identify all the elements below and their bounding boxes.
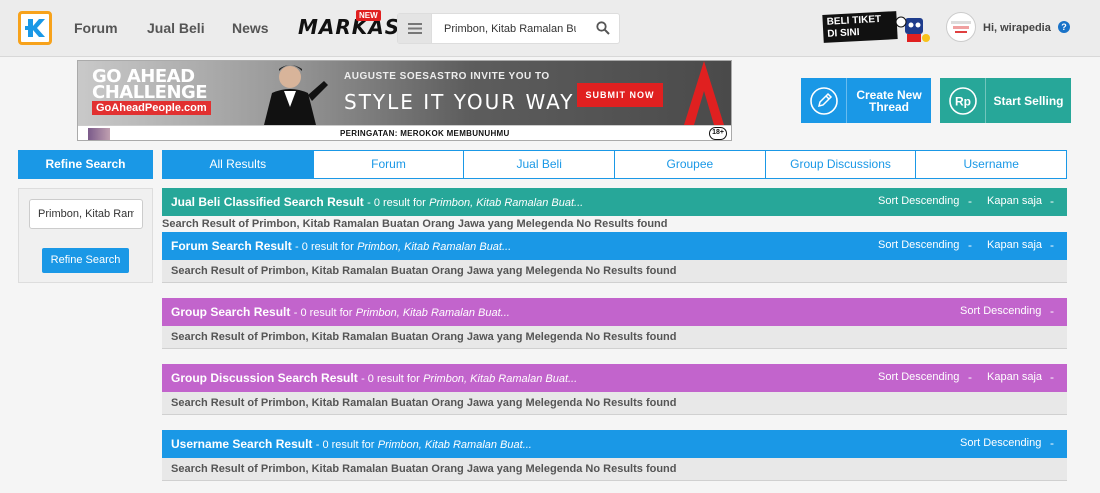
- section-title: Group Discussion Search Result - 0 resul…: [171, 371, 578, 385]
- wikipedia-logo-icon: [951, 21, 971, 33]
- markas-link[interactable]: MARKAS NEW: [298, 10, 401, 43]
- tab-jual-beli[interactable]: Jual Beli: [464, 150, 616, 179]
- create-thread-label: Create New Thread: [856, 87, 922, 114]
- banner-invite-text: AUGUSTE SOESASTRO INVITE YOU TO: [344, 71, 550, 82]
- refine-search-button[interactable]: Refine Search: [42, 248, 129, 273]
- sort-dropdown[interactable]: Sort Descending: [960, 437, 1041, 449]
- svg-text:Rp: Rp: [955, 94, 971, 108]
- sort-dropdown[interactable]: Sort Descending: [878, 371, 959, 383]
- banner-submit-button[interactable]: SUBMIT NOW: [577, 83, 663, 107]
- banner-image: GO AHEAD CHALLENGE GoAheadPeople.com AUG…: [78, 61, 731, 125]
- top-navbar: Forum Jual Beli News MARKAS NEW BELI TIK…: [0, 0, 1100, 57]
- sort-toggle[interactable]: -: [1050, 304, 1054, 318]
- username-result-body: Search Result of Primbon, Kitab Ramalan …: [162, 458, 1067, 481]
- sort-toggle[interactable]: -: [968, 194, 972, 208]
- banner-warning: PERINGATAN: MEROKOK MEMBUNUHMU 18+: [78, 125, 731, 140]
- section-title: Username Search Result - 0 result for Pr…: [171, 437, 532, 451]
- sort-dropdown[interactable]: Sort Descending: [878, 195, 959, 207]
- banner-title: GO AHEAD CHALLENGE: [92, 66, 208, 103]
- tab-username[interactable]: Username: [916, 150, 1068, 179]
- create-thread-button[interactable]: Create New Thread: [801, 78, 931, 123]
- new-badge: NEW: [356, 10, 381, 21]
- age-badge: 18+: [709, 127, 727, 140]
- hamburger-icon: [407, 23, 422, 34]
- search-input[interactable]: [444, 21, 576, 37]
- nav-news-link[interactable]: News: [232, 20, 269, 36]
- banner-person-image: [264, 65, 328, 125]
- rupiah-icon: Rp: [940, 78, 986, 123]
- time-filter-dropdown[interactable]: Kapan saja: [987, 239, 1042, 251]
- refine-search-panel: Refine Search: [18, 188, 153, 283]
- refine-search-input[interactable]: [29, 199, 143, 229]
- no-result-message: Search Result of Primbon, Kitab Ramalan …: [171, 331, 677, 343]
- result-tabs: All Results Forum Jual Beli Groupee Grou…: [162, 150, 1068, 179]
- pencil-icon: [801, 78, 847, 123]
- group-result-header: Group Search Result - 0 result for Primb…: [162, 298, 1067, 326]
- mascot-icon: [895, 16, 930, 42]
- kaskus-logo-icon[interactable]: [18, 11, 52, 45]
- search-menu-button[interactable]: [398, 14, 432, 43]
- time-filter-dropdown[interactable]: Kapan saja: [987, 371, 1042, 383]
- refine-search-heading: Refine Search: [18, 150, 153, 179]
- tab-forum[interactable]: Forum: [313, 150, 465, 179]
- markas-label: MARKAS: [298, 15, 401, 39]
- banner-warning-text: PERINGATAN: MEROKOK MEMBUNUHMU: [340, 129, 510, 138]
- sort-toggle[interactable]: -: [968, 238, 972, 252]
- beli-tiket-label: BELI TIKET DI SINI: [822, 11, 898, 43]
- section-title: Group Search Result - 0 result for Primb…: [171, 305, 510, 319]
- time-filter-dropdown[interactable]: Kapan saja: [987, 195, 1042, 207]
- start-selling-button[interactable]: Rp Start Selling: [940, 78, 1071, 123]
- username-result-header: Username Search Result - 0 result for Pr…: [162, 430, 1067, 458]
- section-title: Jual Beli Classified Search Result - 0 r…: [171, 195, 584, 209]
- group-discussion-result-body: Search Result of Primbon, Kitab Ramalan …: [162, 392, 1067, 415]
- sort-dropdown[interactable]: Sort Descending: [960, 305, 1041, 317]
- user-greeting[interactable]: Hi, wirapedia: [983, 22, 1051, 34]
- nav-jual-beli-link[interactable]: Jual Beli: [147, 20, 205, 36]
- sort-toggle[interactable]: -: [1050, 436, 1054, 450]
- search-icon[interactable]: [596, 21, 610, 38]
- no-result-message: Search Result of Primbon, Kitab Ramalan …: [171, 463, 677, 475]
- jual-beli-result-header: Jual Beli Classified Search Result - 0 r…: [162, 188, 1067, 216]
- tab-group-discussions[interactable]: Group Discussions: [765, 150, 917, 179]
- time-filter-toggle[interactable]: -: [1050, 370, 1054, 384]
- forum-result-body: Search Result of Primbon, Kitab Ramalan …: [162, 260, 1067, 283]
- section-title: Forum Search Result - 0 result for Primb…: [171, 239, 512, 253]
- time-filter-toggle[interactable]: -: [1050, 194, 1054, 208]
- banner-url: GoAheadPeople.com: [92, 101, 211, 115]
- brand-a-logo-icon: [684, 61, 724, 125]
- start-selling-label: Start Selling: [993, 93, 1064, 108]
- beli-tiket-promo[interactable]: BELI TIKET DI SINI: [822, 11, 931, 46]
- search-bar: [397, 13, 620, 44]
- no-result-message: Search Result of Primbon, Kitab Ramalan …: [162, 218, 668, 230]
- no-result-message: Search Result of Primbon, Kitab Ramalan …: [171, 397, 677, 409]
- tab-all-results[interactable]: All Results: [162, 150, 314, 179]
- no-result-message: Search Result of Primbon, Kitab Ramalan …: [171, 265, 677, 277]
- help-icon[interactable]: ?: [1058, 21, 1070, 33]
- ad-banner[interactable]: GO AHEAD CHALLENGE GoAheadPeople.com AUG…: [77, 60, 732, 141]
- banner-headline: STYLE IT YOUR WAY: [344, 90, 575, 114]
- sort-toggle[interactable]: -: [968, 370, 972, 384]
- group-result-body: Search Result of Primbon, Kitab Ramalan …: [162, 326, 1067, 349]
- forum-result-header: Forum Search Result - 0 result for Primb…: [162, 232, 1067, 260]
- tab-groupee[interactable]: Groupee: [615, 150, 766, 179]
- banner-thumb-image: [88, 128, 110, 140]
- user-avatar[interactable]: [946, 12, 976, 42]
- group-discussion-result-header: Group Discussion Search Result - 0 resul…: [162, 364, 1067, 392]
- time-filter-toggle[interactable]: -: [1050, 238, 1054, 252]
- sort-dropdown[interactable]: Sort Descending: [878, 239, 959, 251]
- nav-forum-link[interactable]: Forum: [74, 20, 118, 36]
